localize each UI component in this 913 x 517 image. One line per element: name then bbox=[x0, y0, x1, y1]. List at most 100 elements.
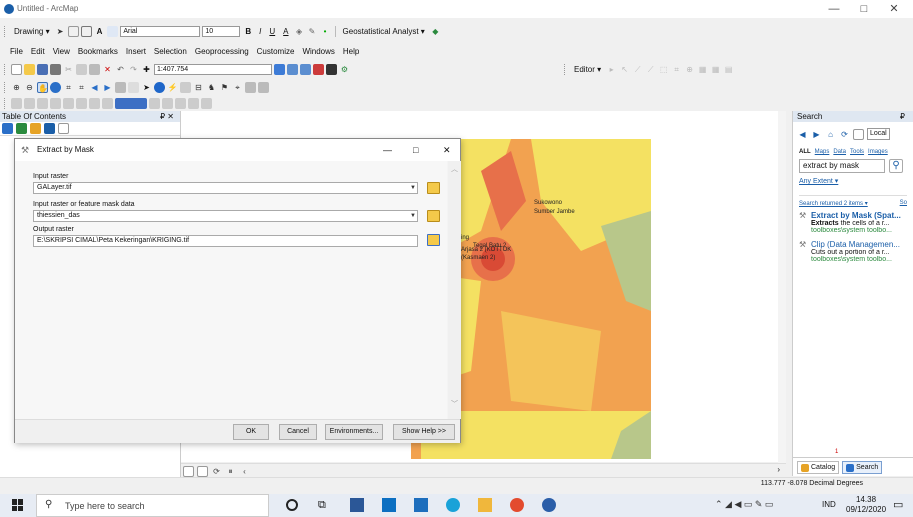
layout-zoom-slider[interactable] bbox=[115, 98, 147, 109]
open-icon[interactable] bbox=[24, 64, 35, 75]
ok-button[interactable]: OK bbox=[233, 424, 269, 440]
search-forward-icon[interactable]: ▶ bbox=[811, 129, 822, 140]
toggle-draft-icon[interactable] bbox=[162, 98, 173, 109]
environments-button[interactable]: Environments... bbox=[325, 424, 383, 440]
close-button[interactable]: ✕ bbox=[880, 2, 908, 16]
select-elements-icon[interactable]: ➤ bbox=[55, 26, 66, 37]
new-map-icon[interactable] bbox=[11, 64, 22, 75]
identify-icon[interactable] bbox=[154, 82, 165, 93]
back-extent-icon[interactable]: ◀ bbox=[89, 82, 100, 93]
sketch-properties-icon[interactable]: ▦ bbox=[710, 64, 721, 75]
dialog-close-button[interactable]: ✕ bbox=[443, 139, 451, 161]
zoom-100-icon[interactable] bbox=[63, 98, 74, 109]
rectangle-icon[interactable] bbox=[80, 26, 92, 37]
python-window-icon[interactable] bbox=[326, 64, 337, 75]
map-scale-combo[interactable]: 1:407.754 bbox=[154, 64, 272, 75]
save-icon[interactable] bbox=[37, 64, 48, 75]
windows-start-icon[interactable] bbox=[12, 499, 24, 511]
search-tab[interactable]: Search bbox=[842, 461, 883, 474]
search-refresh-icon[interactable]: ⟳ bbox=[839, 129, 850, 140]
dialog-minimize-button[interactable]: — bbox=[383, 139, 392, 161]
input-raster-browse-icon[interactable] bbox=[427, 182, 440, 194]
hyperlink-icon[interactable]: ⚡ bbox=[167, 82, 178, 93]
layout-pan-icon[interactable] bbox=[37, 98, 48, 109]
split-tool-icon[interactable]: ⌗ bbox=[671, 64, 682, 75]
select-by-rectangle-icon[interactable] bbox=[115, 82, 126, 93]
scroll-left-icon[interactable]: ‹ bbox=[239, 466, 250, 477]
geostat-wizard-icon[interactable]: ◆ bbox=[430, 26, 441, 37]
edge-icon[interactable] bbox=[446, 498, 460, 512]
rotate-icon[interactable] bbox=[67, 26, 79, 37]
result-title[interactable]: Extract by Mask (Spat... bbox=[799, 211, 907, 220]
redo-icon[interactable]: ↷ bbox=[128, 64, 139, 75]
search-pin[interactable]: ₽ bbox=[900, 111, 905, 122]
new-text-button[interactable]: A bbox=[94, 27, 106, 36]
dialog-vertical-scrollbar[interactable]: ︿ ﹀ bbox=[448, 161, 461, 419]
task-view-icon[interactable]: ⧉ bbox=[318, 499, 326, 512]
search-input[interactable]: extract by mask bbox=[799, 159, 885, 173]
search-options-icon[interactable] bbox=[853, 128, 864, 140]
marker-color-icon[interactable]: • bbox=[320, 26, 331, 37]
modelbuilder-icon[interactable]: ⚙ bbox=[339, 64, 350, 75]
filter-tools[interactable]: Tools bbox=[850, 149, 864, 155]
menu-insert[interactable]: Insert bbox=[122, 47, 150, 56]
minimize-button[interactable]: — bbox=[820, 2, 848, 16]
menu-view[interactable]: View bbox=[49, 47, 74, 56]
html-popup-icon[interactable] bbox=[180, 82, 191, 93]
toc-window-icon[interactable] bbox=[287, 64, 298, 75]
toc-pin-close[interactable]: ₽ ✕ bbox=[160, 111, 174, 122]
attributes-icon[interactable]: ▦ bbox=[697, 64, 708, 75]
results-summary[interactable]: Search returned 2 items ▾ bbox=[799, 200, 868, 207]
input-raster-field[interactable]: GALayer.tif bbox=[33, 182, 418, 194]
cancel-button[interactable]: Cancel bbox=[279, 424, 317, 440]
change-layout-icon[interactable] bbox=[188, 98, 199, 109]
chrome-icon[interactable] bbox=[510, 498, 524, 512]
font-size-combo[interactable]: 10 bbox=[202, 26, 241, 37]
find-icon[interactable]: ♞ bbox=[206, 82, 217, 93]
drawing-menu[interactable]: Drawing ▾ bbox=[11, 27, 53, 36]
taskbar-search-input[interactable]: Type here to search bbox=[65, 501, 145, 511]
layout-zoom-in-icon[interactable] bbox=[11, 98, 22, 109]
edit-tool-icon[interactable]: ▸ bbox=[606, 64, 617, 75]
zoom-whole-page-icon[interactable] bbox=[50, 98, 61, 109]
filter-all[interactable]: ALL bbox=[799, 149, 811, 155]
rotate-tool-icon[interactable]: ⊕ bbox=[684, 64, 695, 75]
print-icon[interactable] bbox=[50, 64, 61, 75]
input-language[interactable]: IND bbox=[822, 500, 836, 509]
notifications-icon[interactable]: ▭ bbox=[893, 498, 903, 511]
editor-menu[interactable]: Editor ▾ bbox=[571, 65, 604, 74]
pause-drawing-icon[interactable]: ⏸ bbox=[225, 466, 236, 477]
search-result-item[interactable]: ⚒ Clip (Data Managemen... Cuts out a por… bbox=[793, 234, 913, 263]
zoom-in-icon[interactable]: ⊕ bbox=[11, 82, 22, 93]
arcmap-taskbar-icon[interactable] bbox=[542, 498, 556, 512]
geostatistical-analyst-menu[interactable]: Geostatistical Analyst ▾ bbox=[340, 27, 428, 36]
clear-selection-icon[interactable] bbox=[128, 82, 139, 93]
undo-icon[interactable]: ↶ bbox=[115, 64, 126, 75]
search-back-icon[interactable]: ◀ bbox=[797, 129, 808, 140]
menu-edit[interactable]: Edit bbox=[27, 47, 49, 56]
list-by-visibility-icon[interactable] bbox=[30, 123, 41, 134]
copy-icon[interactable] bbox=[76, 64, 87, 75]
font-name-combo[interactable]: Arial bbox=[120, 26, 201, 37]
search-result-item[interactable]: ⚒ Extract by Mask (Spat... Extracts the … bbox=[793, 207, 913, 234]
show-help-button[interactable]: Show Help >> bbox=[393, 424, 455, 440]
back-layout-icon[interactable] bbox=[89, 98, 100, 109]
measure-icon[interactable]: ⊟ bbox=[193, 82, 204, 93]
paste-icon[interactable] bbox=[89, 64, 100, 75]
fixed-zoom-layout-icon[interactable] bbox=[76, 98, 87, 109]
cortana-icon[interactable] bbox=[286, 499, 298, 511]
word-icon[interactable] bbox=[350, 498, 364, 512]
maximize-button[interactable]: □ bbox=[850, 2, 878, 16]
catalog-window-icon[interactable] bbox=[300, 64, 311, 75]
zoom-out-icon[interactable]: ⊖ bbox=[24, 82, 35, 93]
menu-geoprocessing[interactable]: Geoprocessing bbox=[191, 47, 253, 56]
scroll-right-icon[interactable]: › bbox=[777, 465, 780, 474]
menu-windows[interactable]: Windows bbox=[298, 47, 338, 56]
font-color-button[interactable]: A bbox=[280, 27, 291, 36]
callout-icon[interactable] bbox=[107, 26, 119, 37]
focus-data-frame-icon[interactable] bbox=[175, 98, 186, 109]
underline-button[interactable]: U bbox=[266, 27, 278, 36]
create-features-icon[interactable]: ▤ bbox=[723, 64, 734, 75]
fill-color-icon[interactable]: ◈ bbox=[294, 26, 305, 37]
forward-layout-icon[interactable] bbox=[102, 98, 113, 109]
